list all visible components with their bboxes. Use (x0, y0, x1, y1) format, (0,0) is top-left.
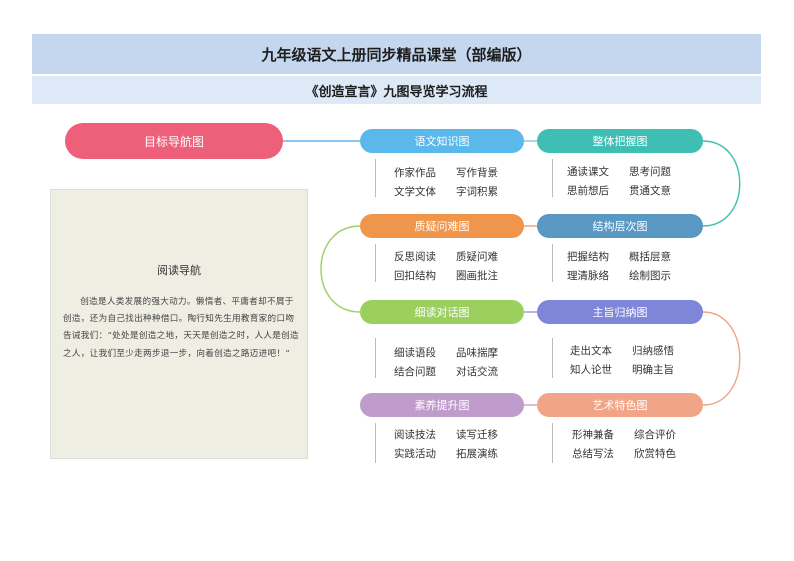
node-zhengti[interactable]: 整体把握图 (537, 129, 703, 153)
item: 归纳感悟 (632, 345, 674, 357)
items-zhuzhi: 走出文本 归纳感悟 知人论世 明确主旨 (570, 342, 690, 380)
connector-zhengti-jiegou (702, 140, 741, 227)
item: 写作背景 (456, 167, 498, 179)
page-title: 九年级语文上册同步精品课堂（部编版） (32, 34, 761, 74)
node-jiegou[interactable]: 结构层次图 (537, 214, 703, 238)
item: 作家作品 (394, 167, 436, 179)
reading-guide-text: 创造是人类发展的强大动力。懒惰者、平庸者却不屑于创造，还为自己找出种种借口。陶行… (63, 297, 299, 359)
item: 圈画批注 (456, 270, 498, 282)
bracket-zhengti (552, 159, 553, 197)
item: 明确主旨 (632, 364, 674, 376)
item: 思考问题 (629, 166, 671, 178)
reading-guide-panel: 阅读导航 创造是人类发展的强大动力。懒惰者、平庸者却不屑于创造，还为自己找出种种… (50, 189, 308, 459)
items-zhiyi: 反思阅读 质疑问难 回扣结构 圈画批注 (394, 248, 514, 286)
bracket-xidu (375, 338, 376, 378)
item: 反思阅读 (394, 251, 436, 263)
item: 对话交流 (456, 366, 498, 378)
item: 细读语段 (394, 347, 436, 359)
items-zhengti: 通读课文 思考问题 思前想后 贯通文意 (567, 163, 687, 201)
node-xidu[interactable]: 细读对话图 (360, 300, 524, 324)
item: 理清脉络 (567, 270, 609, 282)
item: 字词积累 (456, 186, 498, 198)
connector-zhuzhi-yishu (702, 311, 741, 406)
item: 形神兼备 (572, 429, 614, 441)
bracket-suyang (375, 423, 376, 463)
bracket-jiegou (552, 244, 553, 282)
item: 质疑问难 (456, 251, 498, 263)
item: 回扣结构 (394, 270, 436, 282)
node-yuwen[interactable]: 语文知识图 (360, 129, 524, 153)
item: 欣赏特色 (634, 448, 676, 460)
item: 概括层意 (629, 251, 671, 263)
item: 读写迁移 (456, 429, 498, 441)
item: 思前想后 (567, 185, 609, 197)
item: 知人论世 (570, 364, 612, 376)
item: 文学文体 (394, 186, 436, 198)
item: 绘制图示 (629, 270, 671, 282)
node-zhuzhi[interactable]: 主旨归纳图 (537, 300, 703, 324)
node-yishu[interactable]: 艺术特色图 (537, 393, 703, 417)
item: 结合问题 (394, 366, 436, 378)
bracket-yuwen (375, 159, 376, 197)
item: 贯通文意 (629, 185, 671, 197)
bracket-zhiyi (375, 244, 376, 282)
root-node-target-navigation[interactable]: 目标导航图 (65, 123, 283, 159)
items-yishu: 形神兼备 综合评价 总结写法 欣赏特色 (572, 426, 692, 464)
connector-zhiyi-xidu (320, 225, 361, 313)
item: 拓展演练 (456, 448, 498, 460)
item: 实践活动 (394, 448, 436, 460)
item: 总结写法 (572, 448, 614, 460)
items-xidu: 细读语段 品味揣摩 结合问题 对话交流 (394, 344, 514, 382)
bracket-yishu (552, 423, 553, 463)
items-suyang: 阅读技法 读写迁移 实践活动 拓展演练 (394, 426, 514, 464)
item: 品味揣摩 (456, 347, 498, 359)
bracket-zhuzhi (552, 338, 553, 378)
item: 把握结构 (567, 251, 609, 263)
node-zhiyi[interactable]: 质疑问难图 (360, 214, 524, 238)
item: 走出文本 (570, 345, 612, 357)
page-subtitle: 《创造宣言》九图导览学习流程 (32, 76, 761, 104)
item: 阅读技法 (394, 429, 436, 441)
items-jiegou: 把握结构 概括层意 理清脉络 绘制图示 (567, 248, 687, 286)
item: 通读课文 (567, 166, 609, 178)
items-yuwen: 作家作品 写作背景 文学文体 字词积累 (394, 164, 514, 202)
reading-guide-title: 阅读导航 (157, 264, 201, 277)
item: 综合评价 (634, 429, 676, 441)
node-suyang[interactable]: 素养提升图 (360, 393, 524, 417)
